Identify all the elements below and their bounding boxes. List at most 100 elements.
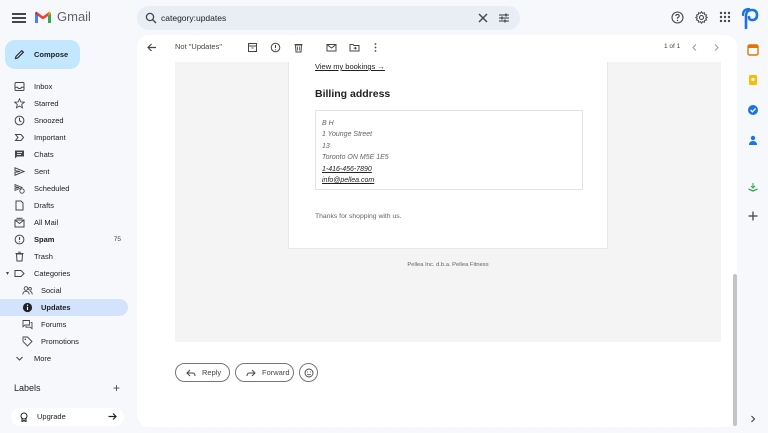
settings-gear-icon[interactable] <box>695 11 708 24</box>
main-menu-button[interactable] <box>12 11 26 25</box>
get-addons-icon[interactable] <box>746 180 760 194</box>
google-contacts-icon[interactable] <box>746 133 760 147</box>
email-body: View my bookings → Billing address B H 1… <box>175 62 721 342</box>
sidebar-item-forums[interactable]: Forums <box>0 316 128 333</box>
sidebar-item-label: Scheduled <box>34 184 70 193</box>
clock-icon <box>14 115 25 126</box>
email-footer: Pellea Inc. d.b.a. Pellea Fitness <box>407 262 489 268</box>
help-icon[interactable] <box>671 11 684 24</box>
account-avatar-icon[interactable] <box>741 7 761 29</box>
chevron-right-icon[interactable] <box>711 42 722 53</box>
sidebar-item-label: Updates <box>41 303 71 312</box>
show-side-panel-chevron-icon[interactable] <box>746 412 760 426</box>
forum-icon <box>22 320 33 330</box>
forward-button[interactable]: Forward <box>235 363 294 382</box>
report-spam-icon[interactable] <box>270 42 281 53</box>
sidebar-item-label: Drafts <box>34 201 55 210</box>
search-options-icon[interactable] <box>498 12 510 24</box>
sidebar-item-trash[interactable]: Trash <box>0 248 128 265</box>
arrow-right-icon <box>108 413 117 420</box>
info-icon <box>22 302 33 313</box>
all-mail-icon <box>14 217 25 228</box>
compose-button[interactable]: Compose <box>5 40 80 69</box>
sidebar-item-categories[interactable]: ▾ Categories <box>0 265 128 282</box>
gmail-m-icon <box>35 11 51 23</box>
sidebar-item-label: Snoozed <box>34 116 64 125</box>
promotion-tag-icon <box>22 336 33 347</box>
mark-unread-envelope-icon[interactable] <box>326 42 337 53</box>
reply-button[interactable]: Reply <box>175 363 230 382</box>
compose-label: Compose <box>34 50 69 59</box>
more-vertical-icon[interactable] <box>370 42 381 53</box>
sidebar-item-drafts[interactable]: Drafts <box>0 197 128 214</box>
send-icon <box>14 167 25 176</box>
sidebar-item-spam[interactable]: Spam 75 <box>0 231 128 248</box>
inbox-icon <box>14 82 25 91</box>
phone-link[interactable]: 1-416-456-7890 <box>322 166 372 173</box>
create-label-plus-icon[interactable]: + <box>113 381 120 395</box>
message-scrollbar[interactable] <box>733 274 737 426</box>
add-plus-icon[interactable] <box>746 209 760 223</box>
people-icon <box>22 286 33 295</box>
sidebar-item-label: Chats <box>34 150 54 159</box>
archive-icon[interactable] <box>247 42 258 53</box>
sidebar-item-all-mail[interactable]: All Mail <box>0 214 128 231</box>
google-tasks-icon[interactable] <box>746 103 760 117</box>
sidebar-item-important[interactable]: Important <box>0 129 128 146</box>
address-name: B H <box>322 120 334 127</box>
labels-heading: Labels <box>14 383 41 393</box>
sidebar-item-label: All Mail <box>34 218 59 227</box>
sidebar-item-label: Important <box>34 133 66 142</box>
search-bar <box>137 6 520 30</box>
upgrade-badge-icon <box>20 412 28 422</box>
address-city: Toronto ON M5E 1E5 <box>322 154 389 162</box>
sidebar-nav: Inbox Starred Snoozed Important Chats Se… <box>0 78 128 367</box>
gmail-logo[interactable]: Gmail <box>34 9 91 24</box>
address-unit: 13 <box>322 142 330 150</box>
forward-label: Forward <box>262 368 290 377</box>
sidebar-item-label: Forums <box>41 320 67 329</box>
sidebar-item-inbox[interactable]: Inbox <box>0 78 128 95</box>
not-updates-button[interactable]: Not "Updates" <box>175 42 222 51</box>
scheduled-send-icon <box>14 183 25 194</box>
google-keep-icon[interactable] <box>746 73 760 87</box>
billing-address-heading: Billing address <box>315 88 391 100</box>
back-arrow-icon[interactable] <box>146 42 157 53</box>
emoji-reaction-button[interactable] <box>299 363 318 382</box>
upgrade-button[interactable]: Upgrade <box>11 408 124 426</box>
sidebar-item-scheduled[interactable]: Scheduled <box>0 180 128 197</box>
unread-count: 75 <box>113 236 121 243</box>
sidebar-item-snoozed[interactable]: Snoozed <box>0 112 128 129</box>
delete-trash-icon[interactable] <box>293 42 304 53</box>
sidebar-item-more[interactable]: More <box>0 350 128 367</box>
move-to-folder-icon[interactable] <box>349 42 360 53</box>
sidebar-item-starred[interactable]: Starred <box>0 95 128 112</box>
view-bookings-link[interactable]: View my bookings → <box>315 62 385 71</box>
sidebar-item-sent[interactable]: Sent <box>0 163 128 180</box>
star-icon <box>14 98 25 109</box>
label-tag-icon <box>14 270 25 277</box>
sidebar-item-label: Starred <box>34 99 59 108</box>
important-marker-icon <box>14 134 25 141</box>
chevron-down-icon <box>16 356 23 361</box>
sidebar-item-label: Categories <box>34 269 71 278</box>
thanks-message: Thanks for shopping with us. <box>315 213 402 220</box>
sidebar-item-chats[interactable]: Chats <box>0 146 128 163</box>
google-calendar-icon[interactable] <box>746 43 760 57</box>
search-input[interactable] <box>161 10 461 26</box>
sidebar-item-label: More <box>34 354 52 363</box>
clear-search-icon[interactable] <box>477 12 489 24</box>
expand-arrow-icon[interactable]: ▾ <box>6 270 9 277</box>
sidebar-item-social[interactable]: Social <box>0 282 128 299</box>
sidebar-item-label: Social <box>41 286 62 295</box>
sidebar-item-label: Inbox <box>34 82 53 91</box>
sidebar-item-promotions[interactable]: Promotions <box>0 333 128 350</box>
search-icon[interactable] <box>145 12 157 24</box>
sidebar-item-updates[interactable]: Updates <box>0 299 128 316</box>
google-apps-icon[interactable] <box>719 11 731 23</box>
trash-icon <box>15 251 24 262</box>
chevron-left-icon[interactable] <box>689 42 700 53</box>
message-view: Not "Updates" 1 of 1 View my bookings → … <box>137 35 737 427</box>
email-link[interactable]: info@pellea.com <box>322 177 374 184</box>
forward-arrow-icon <box>246 369 256 376</box>
